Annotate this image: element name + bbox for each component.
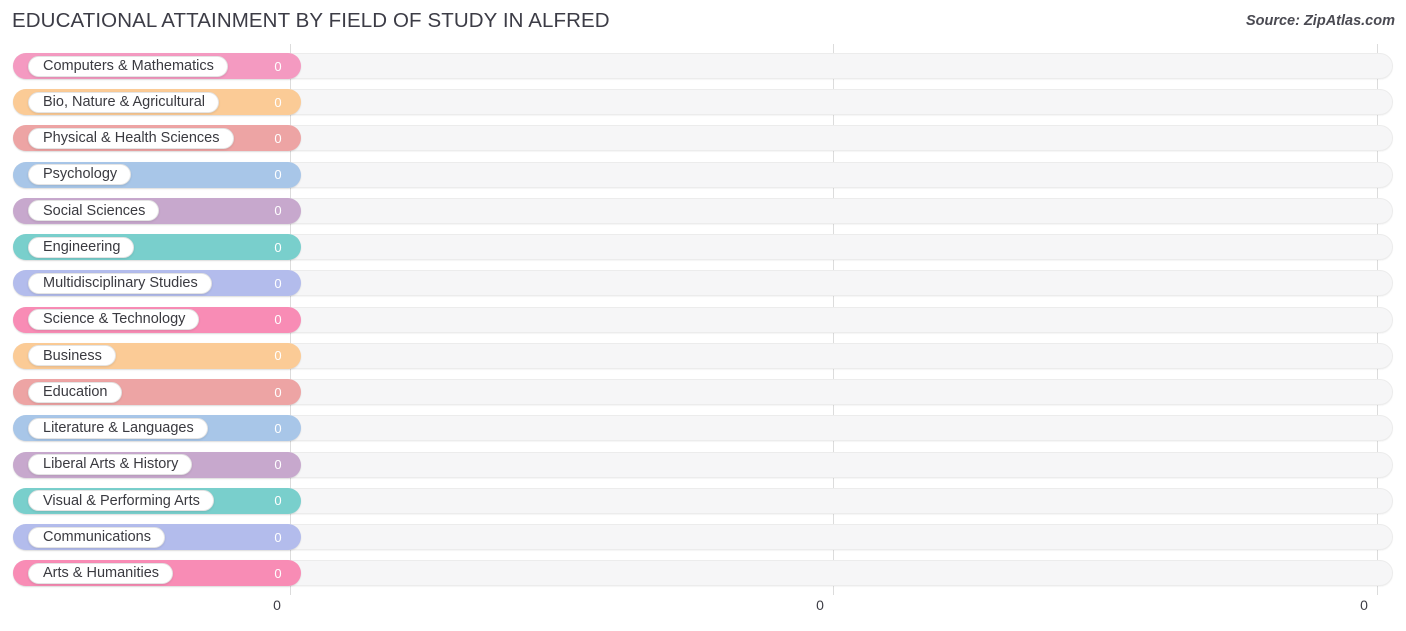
category-label-pill: Literature & Languages — [28, 417, 208, 439]
bar-row: 0 Multidisciplinary Studies — [0, 268, 1406, 298]
bar-row: 0 Business — [0, 341, 1406, 371]
x-axis-tick-label: 0 — [816, 597, 824, 613]
category-label-pill: Multidisciplinary Studies — [28, 272, 212, 294]
category-label-text: Physical & Health Sciences — [43, 130, 220, 147]
category-label-text: Literature & Languages — [43, 420, 194, 437]
x-axis-tick-label: 0 — [273, 597, 281, 613]
chart-plot-area: 0 Computers & Mathematics 0 Bio, Nature & A… — [0, 44, 1406, 595]
category-label-pill: Liberal Arts & History — [28, 454, 193, 476]
bar-row: 0 Computers & Mathematics — [0, 51, 1406, 81]
bar-row: 0 Psychology — [0, 160, 1406, 190]
category-label-text: Visual & Performing Arts — [43, 492, 200, 509]
bar-row: 0 Bio, Nature & Agricultural — [0, 87, 1406, 117]
category-label-text: Science & Technology — [43, 311, 186, 328]
category-label-text: Engineering — [43, 238, 121, 255]
source-attribution: Source: ZipAtlas.com — [1245, 13, 1395, 29]
category-label-pill: Education — [28, 381, 122, 403]
category-label-pill: Psychology — [28, 164, 132, 186]
category-label-text: Business — [43, 347, 102, 364]
category-label-pill: Communications — [28, 526, 165, 548]
category-label-text: Bio, Nature & Agricultural — [43, 93, 205, 110]
bar-row: 0 Science & Technology — [0, 305, 1406, 335]
x-axis: 0 0 0 — [0, 595, 1406, 631]
category-label-pill: Science & Technology — [28, 309, 200, 331]
bar-row: 0 Arts & Humanities — [0, 558, 1406, 588]
category-label-pill: Engineering — [28, 236, 135, 258]
bar-row: 0 Engineering — [0, 232, 1406, 262]
category-label-text: Communications — [43, 528, 151, 545]
category-label-text: Computers & Mathematics — [43, 57, 214, 74]
category-label-text: Arts & Humanities — [43, 565, 160, 582]
category-label-pill: Visual & Performing Arts — [28, 490, 214, 512]
bar-row: 0 Social Sciences — [0, 196, 1406, 226]
category-label-pill: Business — [28, 345, 116, 367]
bar-row: 0 Education — [0, 377, 1406, 407]
category-label-text: Education — [43, 383, 108, 400]
bar-row: 0 Literature & Languages — [0, 413, 1406, 443]
page-title: EDUCATIONAL ATTAINMENT BY FIELD OF STUDY… — [12, 9, 610, 32]
category-label-pill: Physical & Health Sciences — [28, 127, 234, 149]
bar-row: 0 Communications — [0, 522, 1406, 552]
category-label-text: Multidisciplinary Studies — [43, 275, 198, 292]
category-label-text: Liberal Arts & History — [43, 456, 179, 473]
bar-row: 0 Physical & Health Sciences — [0, 123, 1406, 153]
bar-row: 0 Liberal Arts & History — [0, 450, 1406, 480]
category-label-pill: Computers & Mathematics — [28, 55, 228, 77]
bar-row: 0 Visual & Performing Arts — [0, 486, 1406, 516]
category-label-pill: Bio, Nature & Agricultural — [28, 91, 219, 113]
chart-header: EDUCATIONAL ATTAINMENT BY FIELD OF STUDY… — [0, 0, 1406, 44]
category-label-pill: Social Sciences — [28, 200, 160, 222]
category-label-pill: Arts & Humanities — [28, 562, 174, 584]
category-label-text: Social Sciences — [43, 202, 146, 219]
x-axis-tick-label: 0 — [1360, 597, 1368, 613]
category-label-text: Psychology — [43, 166, 118, 183]
